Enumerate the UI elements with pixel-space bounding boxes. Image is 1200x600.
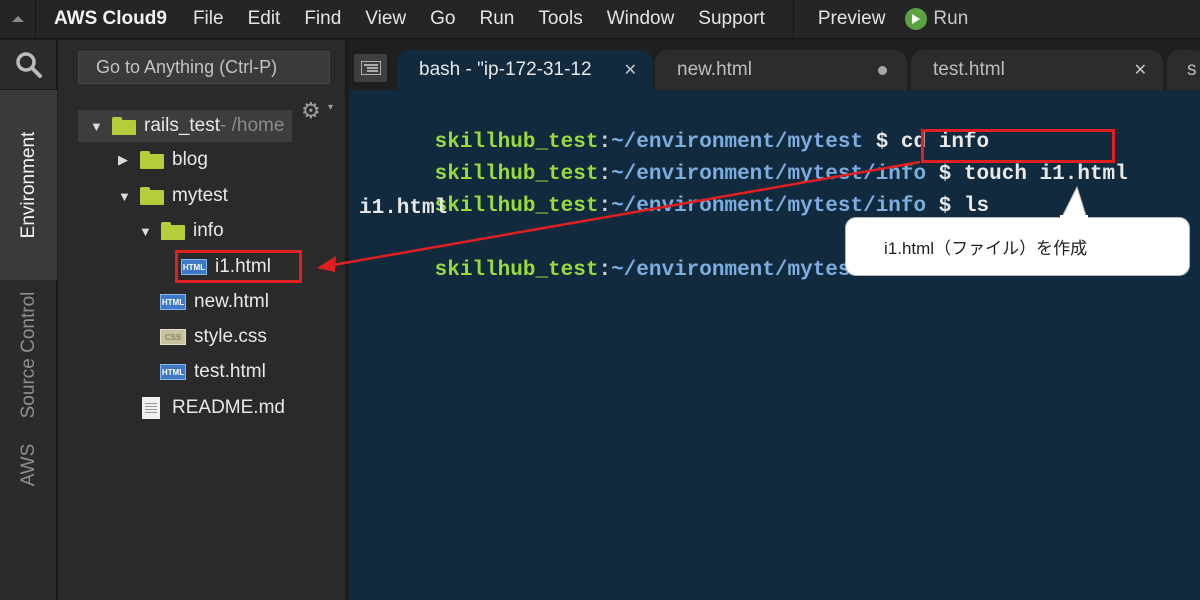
tab-menu-button[interactable]	[354, 54, 387, 82]
terminal-pane[interactable]: skillhub_test:~/environment/mytest $ cd …	[349, 90, 1200, 600]
tab-aws-label: AWS	[17, 443, 39, 487]
editor-tab-bar: bash - "ip-172-31-12 ✕ new.html test.htm…	[349, 40, 1200, 90]
run-label: Run	[933, 8, 969, 29]
tree-item-info[interactable]: ▼ info	[139, 215, 224, 247]
tree-root-path: - /home	[220, 115, 285, 136]
prompt-user: skillhub_test	[434, 195, 599, 218]
tree-item-label: new.html	[194, 291, 269, 312]
close-icon[interactable]: ✕	[624, 60, 637, 80]
menu-find[interactable]: Find	[292, 8, 353, 30]
menu-view[interactable]: View	[353, 8, 418, 30]
list-icon	[360, 61, 381, 75]
run-button[interactable]: Run	[897, 8, 976, 30]
menu-divider	[792, 0, 794, 39]
brand-title[interactable]: AWS Cloud9	[54, 8, 167, 30]
tree-root-label: rails_test	[144, 115, 221, 136]
unsaved-dot-icon[interactable]	[878, 66, 887, 75]
tab-new-html[interactable]: new.html	[655, 50, 907, 90]
highlight-box-file	[175, 250, 302, 283]
tab-environment[interactable]: Environment	[0, 90, 57, 280]
highlight-box-command	[921, 129, 1115, 163]
tree-item-blog[interactable]: ▶ blog	[118, 144, 208, 176]
folder-icon	[140, 151, 164, 169]
play-icon	[905, 8, 928, 30]
cloud9-ide: AWS Cloud9 File Edit Find View Go Run To…	[0, 0, 1200, 600]
callout-tail-cover	[1060, 215, 1088, 219]
terminal-output: i1.html	[359, 197, 448, 220]
goto-anything-input[interactable]: Go to Anything (Ctrl-P)	[78, 51, 330, 84]
tab-bash[interactable]: bash - "ip-172-31-12 ✕	[397, 50, 653, 90]
tree-item-test-html[interactable]: HTML test.html	[160, 356, 266, 388]
expand-down-icon[interactable]: ▼	[90, 119, 112, 134]
menu-window[interactable]: Window	[595, 8, 687, 30]
tree-item-readme[interactable]: README.md	[138, 392, 285, 424]
tab-source-control-label: Source Control	[17, 291, 39, 419]
collapse-menu-button[interactable]	[0, 0, 36, 39]
chevron-up-icon	[11, 16, 24, 22]
tab-overflow[interactable]: s	[1167, 50, 1200, 90]
html-file-icon: HTML	[160, 364, 186, 380]
css-file-icon: CSS	[160, 329, 186, 345]
tree-item-label: mytest	[172, 185, 228, 206]
tree-item-mytest[interactable]: ▼ mytest	[118, 180, 228, 212]
menu-go[interactable]: Go	[418, 8, 467, 30]
tab-source-control[interactable]: Source Control	[0, 280, 57, 430]
tree-item-label: info	[193, 220, 224, 241]
expand-down-icon[interactable]: ▼	[118, 189, 140, 204]
terminal-line: skillhub_test:~/environment/mytest $ cd …	[359, 98, 990, 154]
prompt-user: skillhub_test	[434, 259, 599, 282]
callout-text: i1.html（ファイル）を作成	[884, 239, 1088, 258]
tree-item-label: blog	[172, 149, 208, 170]
prompt-path: ~/environment/mytest/info	[611, 195, 927, 218]
tree-item-label: README.md	[172, 397, 285, 418]
menu-edit[interactable]: Edit	[236, 8, 293, 30]
close-icon[interactable]: ✕	[1134, 60, 1147, 80]
document-icon	[142, 397, 160, 419]
tab-new-html-label: new.html	[677, 59, 752, 80]
menu-file[interactable]: File	[181, 8, 236, 30]
annotation-callout: i1.html（ファイル）を作成	[845, 217, 1190, 276]
chevron-down-icon[interactable]: ▾	[328, 102, 333, 113]
tab-environment-label: Environment	[17, 131, 39, 239]
file-tree-panel: Go to Anything (Ctrl-P) ▼ rails_test - /…	[58, 40, 347, 600]
tab-test-html-label: test.html	[933, 59, 1005, 80]
menu-run[interactable]: Run	[468, 8, 527, 30]
prompt-colon: :	[598, 259, 612, 282]
tab-bash-label: bash - "ip-172-31-12	[419, 59, 592, 80]
html-file-icon: HTML	[160, 294, 186, 310]
search-icon	[15, 51, 42, 78]
menu-support[interactable]: Support	[686, 8, 777, 30]
prompt-colon: :	[598, 195, 612, 218]
side-strip: Environment Source Control AWS	[0, 40, 57, 600]
tab-overflow-label: s	[1187, 59, 1197, 80]
folder-icon	[140, 187, 164, 205]
folder-icon	[161, 222, 185, 240]
tab-aws[interactable]: AWS	[0, 430, 57, 500]
menu-tools[interactable]: Tools	[526, 8, 594, 30]
tree-item-new-html[interactable]: HTML new.html	[160, 286, 269, 318]
terminal-line: skillhub_test:~/environment/mytest/i	[359, 226, 889, 282]
menu-bar: AWS Cloud9 File Edit Find View Go Run To…	[0, 0, 1200, 39]
tree-item-label: style.css	[194, 326, 267, 347]
preview-button[interactable]: Preview	[808, 8, 898, 30]
tree-root-rails-test[interactable]: ▼ rails_test - /home	[78, 110, 292, 142]
expand-down-icon[interactable]: ▼	[139, 224, 161, 239]
tree-item-label: test.html	[194, 361, 266, 382]
tab-test-html[interactable]: test.html ✕	[911, 50, 1163, 90]
expand-right-icon[interactable]: ▶	[118, 152, 140, 168]
command-text: $ ls	[926, 195, 990, 218]
gear-icon[interactable]: ⚙	[301, 98, 321, 124]
folder-icon	[112, 117, 136, 135]
search-button[interactable]	[0, 40, 57, 90]
terminal-line: skillhub_test:~/environment/mytest/info …	[359, 162, 990, 218]
tree-item-style-css[interactable]: CSS style.css	[160, 321, 267, 353]
